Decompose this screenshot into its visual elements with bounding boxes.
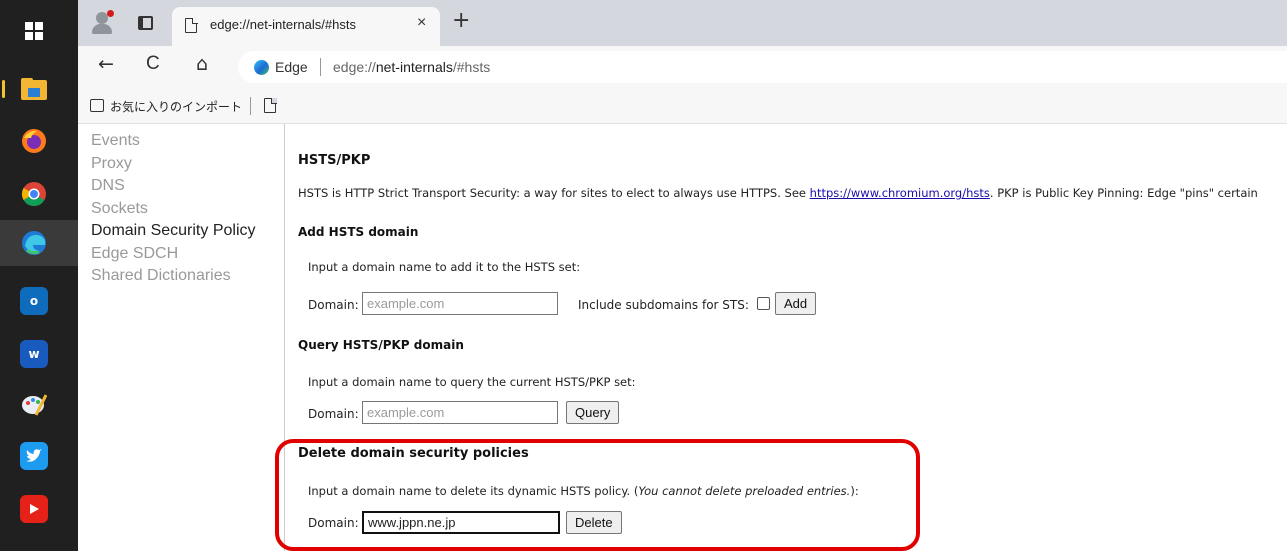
tab-actions-icon[interactable] [138,16,153,30]
outlook-glyph: o [29,294,39,308]
sidebar-item-dns[interactable]: DNS [78,175,284,198]
tab-title: edge://net-internals/#hsts [210,17,356,32]
sidebar-item-edge-sdch[interactable]: Edge SDCH [78,243,284,266]
sidebar-item-shared-dictionaries[interactable]: Shared Dictionaries [78,265,284,288]
chromium-hsts-link[interactable]: https://www.chromium.org/hsts [810,186,990,200]
chrome-icon[interactable] [20,180,48,208]
delete-policies-heading: Delete domain security policies [298,446,529,461]
page-title: HSTS/PKP [298,153,371,168]
sidebar-item-domain-security-policy[interactable]: Domain Security Policy [78,220,284,243]
home-button[interactable]: ⌂ [196,53,208,75]
sidebar-item-proxy[interactable]: Proxy [78,153,284,176]
page-icon [185,17,198,33]
delete-button[interactable]: Delete [566,511,622,534]
sidebar-item-sockets[interactable]: Sockets [78,198,284,221]
back-button[interactable]: ← [98,53,114,75]
add-hsts-heading: Add HSTS domain [298,225,419,239]
sidebar-item-events[interactable]: Events [78,130,284,153]
add-domain-input[interactable] [362,292,558,315]
address-bar-separator [320,58,321,76]
taskbar: o w [0,0,78,551]
favorite-page-icon[interactable] [264,97,277,113]
include-subdomains-checkbox[interactable] [757,297,770,310]
intro-text: HSTS is HTTP Strict Transport Security: … [298,186,1258,200]
toolbar: ← C ⌂ Edge edge://net-internals/#hsts [78,46,1287,88]
file-explorer-indicator [2,80,5,98]
query-button[interactable]: Query [566,401,620,424]
sidebar: Events Proxy DNS Sockets Domain Security… [78,124,285,551]
page-content: Events Proxy DNS Sockets Domain Security… [78,124,1287,551]
add-domain-label: Domain: [308,298,359,312]
favorites-bar: お気に入りのインポート [78,88,1287,124]
firefox-icon[interactable] [20,127,48,155]
query-domain-label: Domain: [308,407,359,421]
file-explorer-icon[interactable] [20,75,48,103]
query-hsts-heading: Query HSTS/PKP domain [298,338,464,352]
tab-strip: edge://net-internals/#hsts × + [78,0,1287,46]
main-panel: HSTS/PKP HSTS is HTTP Strict Transport S… [298,124,1287,551]
tab-close-icon[interactable]: × [417,14,426,32]
query-hsts-description: Input a domain name to query the current… [308,375,636,389]
address-bar-brand: Edge [275,59,308,75]
favorites-separator [250,97,251,115]
edge-icon[interactable] [20,229,48,257]
delete-domain-input[interactable] [362,511,560,534]
word-glyph: w [28,347,40,361]
delete-policies-description: Input a domain name to delete its dynami… [308,484,859,498]
windows-start-icon[interactable] [20,17,48,45]
delete-domain-label: Domain: [308,516,359,530]
new-tab-button[interactable]: + [452,8,470,33]
add-button[interactable]: Add [775,292,817,315]
word-icon[interactable]: w [20,340,48,368]
edge-logo-icon [254,60,269,75]
query-domain-input[interactable] [362,401,558,424]
outlook-icon[interactable]: o [20,287,48,315]
profile-icon[interactable] [92,10,114,34]
refresh-button[interactable]: C [146,53,160,75]
add-hsts-description: Input a domain name to add it to the HST… [308,260,581,274]
address-bar[interactable]: Edge edge://net-internals/#hsts [238,51,1287,83]
tab-net-internals[interactable]: edge://net-internals/#hsts × [172,7,440,46]
include-subdomains-label: Include subdomains for STS: [578,298,749,312]
import-favorites-link[interactable]: お気に入りのインポート [110,98,242,115]
twitter-icon[interactable] [20,442,48,470]
youtube-icon[interactable] [20,495,48,523]
import-favorites-icon [90,99,104,112]
address-bar-url[interactable]: edge://net-internals/#hsts [333,59,490,75]
paint-icon[interactable] [20,390,48,418]
